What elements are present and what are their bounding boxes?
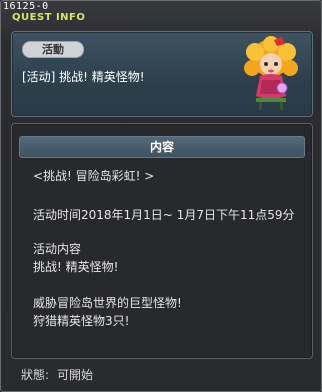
status-label: 狀態:: [21, 368, 50, 382]
content-line: 挑战! 精英怪物!: [33, 260, 119, 274]
status-value: 可開始: [57, 368, 94, 382]
quest-id: 16125-0: [3, 1, 49, 12]
npc-avatar-icon: [244, 36, 298, 110]
content-line: 狩猎精英怪物3只!: [33, 314, 130, 328]
content-header: 内容: [19, 136, 305, 158]
event-badge: 活動: [22, 41, 84, 58]
quest-content-panel: 内容 <挑战! 冒险岛彩虹! > 活动时间2018年1月1日~ 1月7日下午11…: [11, 123, 313, 359]
quest-summary-panel: 活動 [活动] 挑战! 精英怪物!: [11, 31, 313, 117]
content-line: <挑战! 冒险岛彩虹! >: [33, 169, 155, 183]
quest-info-window: 16125-0 QUEST INFO 活動 [活动] 挑战! 精英怪物! 内容 …: [0, 0, 322, 392]
content-line: 活动时间2018年1月1日~ 1月7日下午11点59分: [33, 208, 295, 222]
quest-name: [活动] 挑战! 精英怪物!: [22, 70, 145, 84]
content-line: 活动内容: [33, 242, 82, 256]
content-line: 威胁冒险岛世界的巨型怪物!: [33, 296, 182, 310]
window-title: QUEST INFO: [12, 12, 86, 23]
